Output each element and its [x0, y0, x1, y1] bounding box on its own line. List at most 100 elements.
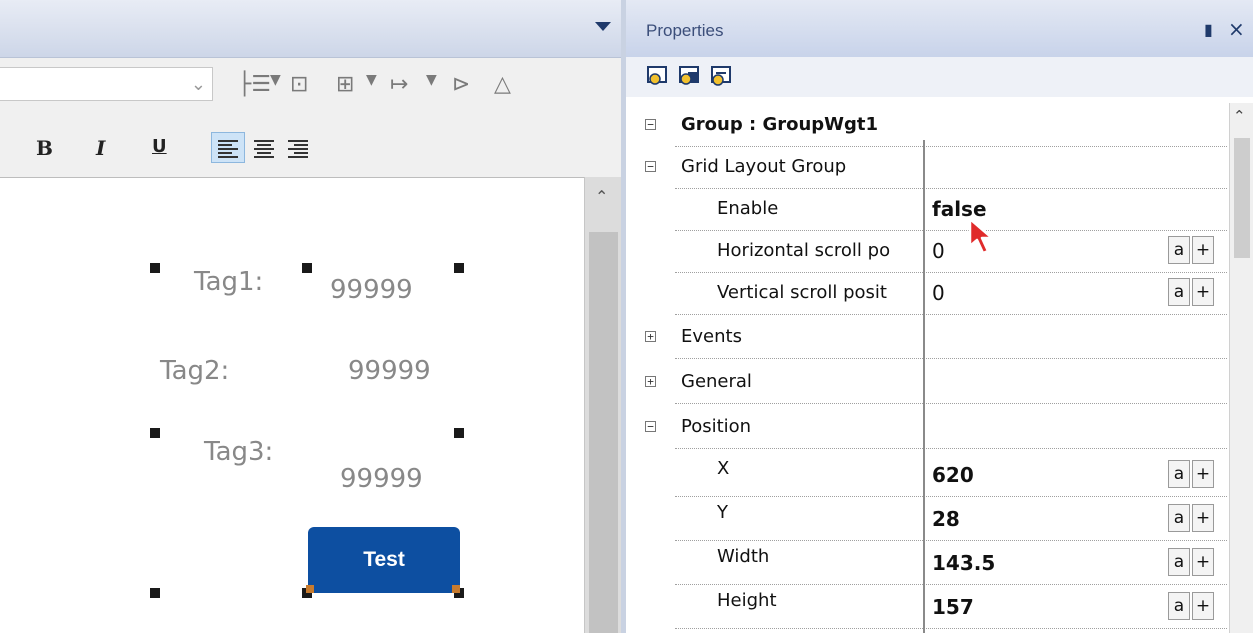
align-right-icon	[288, 140, 308, 158]
property-name: Width	[717, 546, 770, 567]
animation-button[interactable]: a	[1168, 592, 1190, 620]
add-button[interactable]: +	[1192, 460, 1214, 488]
mouse-cursor-icon	[966, 216, 1000, 260]
property-pages-icon[interactable]	[710, 64, 734, 88]
properties-header: Properties ▮ ×	[626, 0, 1253, 57]
align-left-button[interactable]	[211, 132, 245, 163]
editor-header	[0, 0, 621, 58]
property-name: Y	[717, 502, 728, 523]
test-button[interactable]: Test	[308, 527, 460, 593]
property-row-horizontal-scroll[interactable]: Horizontal scroll po 0 a +	[635, 229, 1227, 273]
center-objects-icon[interactable]: ⊡	[290, 72, 308, 97]
add-button[interactable]: +	[1192, 592, 1214, 620]
property-row-position[interactable]: − Position	[635, 405, 1227, 449]
animation-button[interactable]: a	[1168, 236, 1190, 264]
animation-button[interactable]: a	[1168, 278, 1190, 306]
property-row-enable[interactable]: Enable false	[635, 187, 1227, 231]
page-editor: ⌄ ├☰ ▼ ⊡ ⊞ ▼ ↦ ▼ ⊳ △ B I U Tag1: 99999 T…	[0, 0, 626, 633]
tag2-label[interactable]: Tag2:	[160, 356, 229, 386]
alphabetical-view-icon[interactable]	[678, 64, 702, 88]
tag2-value[interactable]: 99999	[348, 356, 431, 386]
property-name: Enable	[717, 198, 779, 219]
animation-button[interactable]: a	[1168, 548, 1190, 576]
property-row-events[interactable]: + Events	[635, 315, 1227, 359]
property-name: General	[681, 371, 752, 392]
panel-title: Properties	[646, 21, 724, 40]
expand-icon[interactable]: +	[645, 331, 656, 342]
property-row-height[interactable]: Height 157 a +	[635, 585, 1227, 629]
selection-handle[interactable]	[150, 588, 160, 598]
property-value[interactable]: 620	[932, 453, 974, 497]
group-objects-icon[interactable]: ⊞	[336, 72, 354, 97]
collapse-icon[interactable]: −	[645, 119, 656, 130]
canvas-scrollbar[interactable]: ⌃	[584, 177, 622, 633]
italic-button[interactable]: I	[96, 136, 105, 160]
underline-button[interactable]: U	[152, 136, 167, 157]
selection-handle[interactable]	[454, 428, 464, 438]
property-value[interactable]: 28	[932, 497, 960, 541]
selection-handle[interactable]	[150, 428, 160, 438]
property-name: Horizontal scroll po	[717, 240, 891, 261]
align-center-button[interactable]	[248, 133, 280, 166]
selection-handle[interactable]	[454, 263, 464, 273]
scroll-up-icon[interactable]: ⌃	[595, 187, 608, 206]
tag3-label[interactable]: Tag3:	[204, 437, 273, 467]
properties-scrollbar[interactable]: ⌃	[1229, 103, 1253, 633]
align-left-icon	[218, 140, 238, 158]
collapse-icon[interactable]: −	[645, 161, 656, 172]
property-grid: − Group : GroupWgt1 − Grid Layout Group …	[635, 103, 1227, 633]
chevron-down-icon[interactable]: ⌄	[191, 74, 206, 95]
selection-handle[interactable]	[302, 263, 312, 273]
resize-handle[interactable]	[452, 585, 460, 593]
font-combo[interactable]: ⌄	[0, 67, 213, 101]
animation-button[interactable]: a	[1168, 504, 1190, 532]
property-name: Vertical scroll posit	[717, 282, 887, 303]
align-right-button[interactable]	[282, 133, 314, 166]
align-objects-icon[interactable]: ├☰	[238, 72, 271, 97]
scrollbar-thumb[interactable]	[589, 232, 618, 633]
property-name: Grid Layout Group	[681, 156, 847, 177]
scrollbar-thumb[interactable]	[1234, 138, 1250, 258]
add-button[interactable]: +	[1192, 548, 1214, 576]
animation-button[interactable]: a	[1168, 460, 1190, 488]
pin-icon[interactable]: ▮	[1204, 20, 1213, 39]
property-value[interactable]: 0	[932, 271, 945, 315]
add-button[interactable]: +	[1192, 504, 1214, 532]
close-icon[interactable]: ×	[1228, 17, 1245, 41]
scroll-up-icon[interactable]: ⌃	[1233, 107, 1246, 125]
property-value[interactable]: 143.5	[932, 541, 995, 585]
property-value[interactable]: 157	[932, 585, 974, 629]
group-dropdown-icon[interactable]: ▼	[366, 72, 377, 88]
tag3-value[interactable]: 99999	[340, 464, 423, 494]
column-divider[interactable]	[923, 140, 925, 633]
design-canvas[interactable]: Tag1: 99999 Tag2: 99999 Tag3: 99999	[0, 177, 584, 633]
property-row-vertical-scroll[interactable]: Vertical scroll posit 0 a +	[635, 271, 1227, 315]
properties-panel: Properties ▮ × − Group : GroupWgt1 − Gri…	[626, 0, 1253, 633]
collapse-icon[interactable]: −	[645, 421, 656, 432]
property-name: Position	[681, 416, 752, 437]
expand-icon[interactable]: +	[645, 376, 656, 387]
resize-handle[interactable]	[306, 585, 314, 593]
tag1-value[interactable]: 99999	[330, 275, 413, 305]
property-name: Group : GroupWgt1	[681, 114, 879, 135]
property-name: X	[717, 458, 730, 479]
property-value[interactable]: 0	[932, 229, 945, 273]
align-center-icon	[254, 140, 274, 158]
categorized-view-icon[interactable]	[646, 64, 670, 88]
tag1-label[interactable]: Tag1:	[194, 267, 263, 297]
add-button[interactable]: +	[1192, 278, 1214, 306]
flip-horizontal-icon[interactable]: ⊳	[452, 72, 470, 97]
property-row-group[interactable]: − Group : GroupWgt1	[635, 103, 1227, 147]
selection-handle[interactable]	[150, 263, 160, 273]
bold-button[interactable]: B	[36, 136, 53, 160]
space-dropdown-icon[interactable]: ▼	[426, 72, 437, 88]
add-button[interactable]: +	[1192, 236, 1214, 264]
property-name: Height	[717, 590, 777, 611]
space-objects-icon[interactable]: ↦	[390, 72, 408, 97]
panel-dropdown-arrow-icon[interactable]	[595, 22, 611, 31]
align-dropdown-icon[interactable]: ▼	[270, 72, 281, 88]
property-row-grid-layout-group[interactable]: − Grid Layout Group	[635, 145, 1227, 189]
property-name: Events	[681, 326, 742, 347]
property-row-general[interactable]: + General	[635, 360, 1227, 404]
flip-vertical-icon[interactable]: △	[494, 72, 511, 97]
